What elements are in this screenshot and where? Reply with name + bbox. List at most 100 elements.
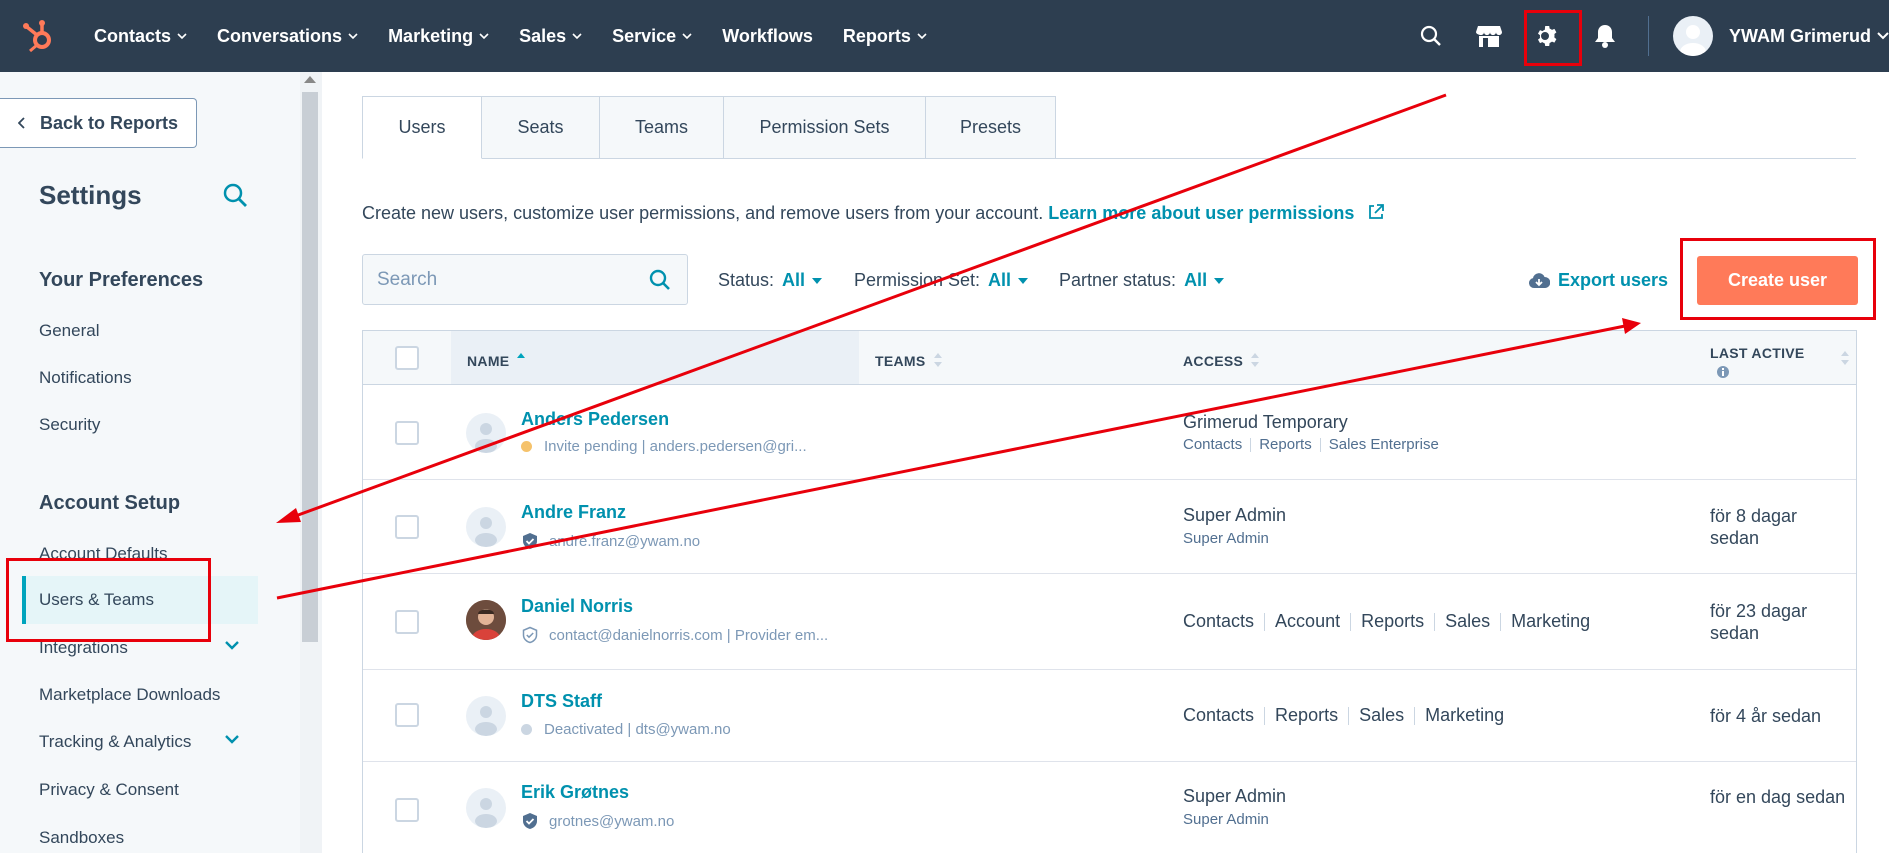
hubspot-logo[interactable]	[0, 0, 78, 72]
chevron-down-icon	[479, 33, 489, 40]
back-button-label: Back to Reports	[40, 112, 179, 133]
chevron-down-icon	[572, 33, 582, 40]
sidebar-item-notifications[interactable]: Notifications	[39, 368, 132, 388]
last-active: för 4 år sedan	[1710, 706, 1822, 726]
sort-icon[interactable]	[1841, 351, 1849, 367]
nav-item-sales[interactable]: Sales	[519, 26, 582, 47]
nav-item-contacts[interactable]: Contacts	[94, 26, 187, 47]
last-active-header-label: LAST ACTIVE	[1710, 345, 1805, 361]
sidebar-scrollbar[interactable]	[300, 72, 322, 853]
tab-permission-sets[interactable]: Permission Sets	[724, 96, 926, 159]
user-subtitle: contact@danielnorris.com | Provider em..…	[521, 626, 828, 644]
access-item: Sales	[1359, 705, 1405, 725]
back-to-reports-button[interactable]: Back to Reports	[0, 98, 197, 148]
scroll-up-arrow[interactable]	[304, 76, 316, 83]
sidebar-item-security[interactable]: Security	[39, 415, 100, 435]
search-icon[interactable]	[649, 269, 671, 291]
nav-item-reports[interactable]: Reports	[843, 26, 927, 47]
tab-teams[interactable]: Teams	[600, 96, 724, 159]
row-checkbox[interactable]	[395, 610, 419, 634]
column-header-name[interactable]: NAME	[467, 353, 526, 369]
user-avatar[interactable]	[1672, 16, 1713, 56]
table-row[interactable]: DTS Staff Deactivated | dts@ywam.no Cont…	[363, 670, 1856, 762]
user-subtitle-text: contact@danielnorris.com | Provider em..…	[549, 626, 829, 644]
column-header-last-active[interactable]: LAST ACTIVE	[1710, 345, 1805, 361]
permission-filter-value[interactable]: All	[988, 270, 1011, 291]
chevron-down-icon[interactable]	[224, 734, 240, 746]
table-row[interactable]: Erik Grøtnes grotnes@ywam.no Super Admin…	[363, 762, 1856, 856]
last-active: för en dag sedan	[1710, 787, 1846, 807]
sidebar-item-tracking-analytics[interactable]: Tracking & Analytics	[39, 732, 191, 752]
tab-presets[interactable]: Presets	[926, 96, 1056, 159]
verified-shield-outline-icon	[522, 626, 538, 644]
users-search-box[interactable]	[362, 254, 688, 305]
sort-icon	[933, 353, 942, 369]
row-checkbox[interactable]	[395, 515, 419, 539]
nav-item-conversations[interactable]: Conversations	[217, 26, 358, 47]
row-checkbox[interactable]	[395, 421, 419, 445]
users-search-input[interactable]	[377, 268, 637, 291]
top-navigation: Contacts Conversations Marketing Sales Servi…	[0, 0, 1889, 72]
tab-users[interactable]: Users	[362, 96, 482, 159]
user-name-link[interactable]: DTS Staff	[521, 691, 602, 712]
table-header: NAME TEAMS ACCESS LAST ACTIVE	[363, 331, 1856, 385]
access-item: Marketing	[1425, 705, 1505, 725]
nav-item-marketing[interactable]: Marketing	[388, 26, 489, 47]
row-checkbox[interactable]	[395, 703, 419, 727]
tab-seats[interactable]: Seats	[482, 96, 600, 159]
chevron-left-icon	[18, 117, 25, 129]
access-item: Sales Enterprise	[1328, 436, 1439, 453]
partner-filter-value[interactable]: All	[1184, 270, 1207, 291]
chevron-down-icon[interactable]	[224, 640, 240, 652]
status-filter-value[interactable]: All	[782, 270, 805, 291]
table-row[interactable]: Andre Franz andre.franz@ywam.no Super Ad…	[363, 480, 1856, 574]
status-filter[interactable]: Status: All	[718, 270, 823, 291]
nav-item-service[interactable]: Service	[612, 26, 692, 47]
user-name[interactable]: YWAM Grimerud	[1729, 26, 1871, 47]
row-checkbox[interactable]	[395, 798, 419, 822]
scroll-thumb[interactable]	[302, 92, 318, 642]
hubspot-sprocket-icon	[23, 20, 51, 53]
user-name-link[interactable]: Erik Grøtnes	[521, 782, 629, 803]
user-name-link[interactable]: Daniel Norris	[521, 596, 633, 617]
user-subtitle: grotnes@ywam.no	[521, 812, 674, 830]
bell-icon[interactable]	[1576, 0, 1634, 72]
access-item: Reports	[1275, 705, 1339, 725]
access-details: Super Admin	[1183, 530, 1269, 547]
select-all-checkbox[interactable]	[395, 346, 419, 370]
avatar	[466, 696, 506, 736]
partner-status-filter[interactable]: Partner status: All	[1059, 270, 1225, 291]
column-header-teams[interactable]: TEAMS	[875, 353, 942, 369]
export-users-label: Export users	[1558, 270, 1669, 290]
cloud-download-icon	[1529, 272, 1550, 288]
user-name-link[interactable]: Andre Franz	[521, 502, 626, 523]
caret-down-icon	[1214, 277, 1225, 284]
section-your-preferences: Your Preferences	[39, 269, 204, 291]
column-header-access[interactable]: ACCESS	[1183, 353, 1260, 369]
user-name-link[interactable]: Anders Pedersen	[521, 409, 669, 430]
settings-search-icon[interactable]	[222, 182, 248, 213]
marketplace-icon[interactable]	[1460, 0, 1518, 72]
access-item: Account	[1275, 611, 1341, 631]
sidebar-item-general[interactable]: General	[39, 321, 99, 341]
learn-more-link[interactable]: Learn more about user permissions	[1048, 203, 1354, 223]
export-users-button[interactable]: Export users	[1528, 270, 1668, 291]
info-icon[interactable]	[1716, 365, 1730, 379]
nav-item-workflows[interactable]: Workflows	[722, 26, 813, 47]
avatar	[466, 788, 506, 828]
caret-down-icon	[1018, 277, 1029, 284]
table-row[interactable]: Anders Pedersen Invite pending | anders.…	[363, 386, 1856, 480]
access-level: Grimerud Temporary	[1183, 412, 1348, 432]
search-icon[interactable]	[1402, 0, 1460, 72]
settings-title: Settings	[39, 180, 142, 210]
sidebar-item-sandboxes[interactable]: Sandboxes	[39, 828, 124, 848]
permission-set-filter[interactable]: Permission Set: All	[854, 270, 1029, 291]
sidebar-item-privacy-consent[interactable]: Privacy & Consent	[39, 780, 179, 800]
nav-item-label: Sales	[519, 25, 567, 46]
chevron-down-icon[interactable]	[1877, 31, 1889, 41]
verified-shield-icon	[523, 533, 537, 549]
user-subtitle: andre.franz@ywam.no	[521, 532, 700, 550]
table-row[interactable]: Daniel Norris contact@danielnorris.com |…	[363, 574, 1856, 670]
external-link-icon[interactable]	[1367, 203, 1385, 221]
sidebar-item-marketplace-downloads[interactable]: Marketplace Downloads	[39, 685, 220, 705]
